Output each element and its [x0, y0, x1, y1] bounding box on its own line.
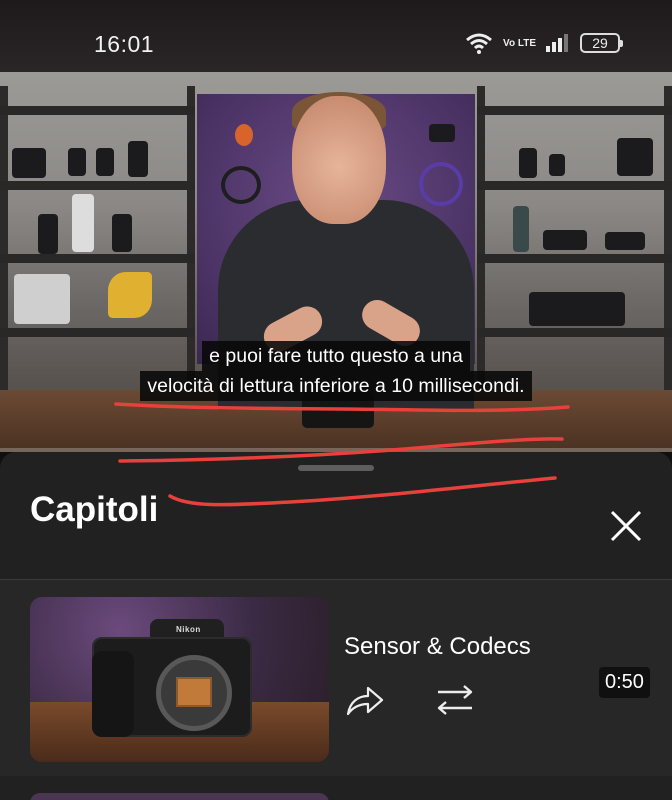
- caption-text-1: e puoi fare tutto questo a una: [202, 341, 470, 371]
- status-time: 16:01: [94, 31, 155, 57]
- chapter-timestamp: 0:50: [599, 667, 650, 698]
- panel-drag-handle[interactable]: [298, 465, 374, 471]
- video-caption-line2: velocità di lettura inferiore a 10 milli…: [0, 371, 672, 401]
- volte-icon: Vo LTE: [503, 37, 536, 49]
- status-icons: Vo LTE 29: [465, 32, 623, 54]
- chapter-title[interactable]: Sensor & Codecs: [344, 633, 531, 661]
- thumbnail-camera-logo: Nikon: [176, 625, 201, 634]
- close-icon[interactable]: [602, 502, 650, 550]
- video-caption-line1: e puoi fare tutto questo a una: [0, 341, 672, 371]
- share-icon[interactable]: [344, 680, 386, 720]
- battery-icon: 29: [580, 33, 623, 53]
- chapter-thumbnail[interactable]: Nikon: [30, 597, 329, 762]
- caption-text-2: velocità di lettura inferiore a 10 milli…: [140, 371, 532, 401]
- video-player[interactable]: e puoi fare tutto questo a una velocità …: [0, 72, 672, 452]
- chapters-panel: Capitoli Nikon Sensor & Codecs 0:50: [0, 452, 672, 800]
- next-chapter-thumbnail[interactable]: [30, 793, 329, 800]
- video-person-head: [292, 96, 386, 224]
- panel-title: Capitoli: [30, 490, 159, 529]
- thumbnail-camera-grip: [92, 651, 134, 737]
- battery-level: 29: [592, 35, 608, 51]
- wifi-icon: [466, 33, 492, 54]
- signal-icon: [546, 34, 568, 52]
- thumbnail-camera-sensor: [176, 677, 212, 707]
- loop-icon[interactable]: [434, 680, 476, 720]
- chapter-item[interactable]: Nikon Sensor & Codecs 0:50: [0, 580, 672, 776]
- status-bar: 16:01 Vo LTE 29: [0, 0, 672, 72]
